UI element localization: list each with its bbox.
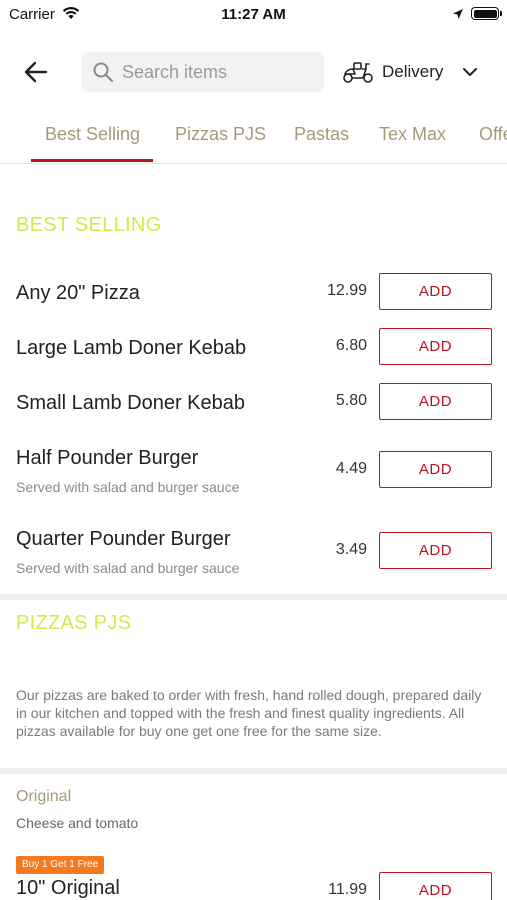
item-name: Small Lamb Doner Kebab [16,392,246,414]
delivery-label: Delivery [382,62,444,81]
item-price: 11.99 [328,881,367,898]
add-button[interactable]: ADD [379,451,492,488]
item-description: Served with salad and burger sauce [16,560,240,576]
add-button[interactable]: ADD [379,872,492,900]
item-name: Quarter Pounder Burger [16,528,231,550]
battery-icon [471,7,502,20]
item-name: Half Pounder Burger [16,447,199,469]
add-button[interactable]: ADD [379,273,492,310]
scooter-icon [342,60,374,89]
item-price: 5.80 [335,392,367,409]
item-description: Served with salad and burger sauce [16,479,240,495]
item-price: 12.99 [326,282,367,299]
section-title-best-selling: BEST SELLING [16,214,162,236]
group-label: Original [16,788,72,805]
search-box[interactable] [82,52,324,92]
tab-pizzas-pjs[interactable]: Pizzas PJS [175,124,266,145]
section-divider [0,768,507,774]
back-button[interactable] [20,56,52,88]
add-button[interactable]: ADD [379,532,492,569]
search-icon [92,61,114,88]
tab-tex-max[interactable]: Tex Max [379,124,446,145]
group-description: Cheese and tomato [16,815,139,831]
clock: 11:27 AM [221,6,286,23]
section-title-pizzas: PIZZAS PJS [16,612,132,634]
tab-best-selling[interactable]: Best Selling [45,124,140,145]
delivery-mode-selector[interactable]: Delivery [340,54,490,90]
item-price: 3.49 [335,541,367,558]
item-price: 4.49 [335,460,367,477]
status-bar: Carrier 11:27 AM [0,0,507,30]
search-input[interactable] [122,52,317,92]
add-button[interactable]: ADD [379,328,492,365]
active-tab-indicator [31,159,153,162]
tab-pastas[interactable]: Pastas [294,124,349,145]
add-button[interactable]: ADD [379,383,492,420]
category-tabs: Best Selling Pizzas PJS Pastas Tex Max O… [0,112,507,164]
section-divider [0,594,507,600]
back-arrow-icon [24,61,48,83]
item-price: 6.80 [335,337,367,354]
item-name: Any 20" Pizza [16,282,140,304]
tab-offers[interactable]: Offers [479,124,507,145]
section-description: Our pizzas are baked to order with fresh… [16,687,482,739]
item-name: Large Lamb Doner Kebab [16,337,247,359]
promo-badge: Buy 1 Get 1 Free [16,856,105,874]
item-name: 10" Original [16,877,120,899]
chevron-down-icon [462,64,478,85]
location-arrow-icon [452,7,464,25]
